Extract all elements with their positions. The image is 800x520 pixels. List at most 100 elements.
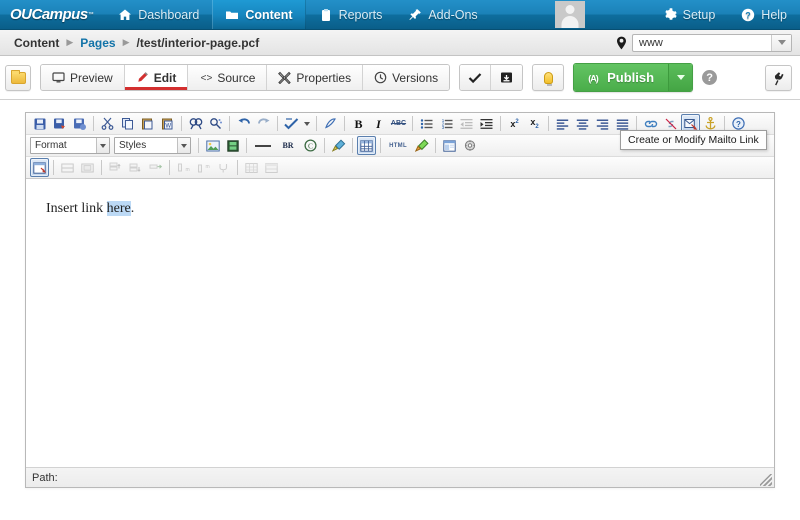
help-icon[interactable]: ? [702, 70, 718, 85]
avatar[interactable] [555, 1, 586, 28]
cell-properties-icon[interactable] [78, 158, 97, 177]
table-properties-icon[interactable] [30, 158, 49, 177]
monitor-icon [52, 71, 65, 84]
nav-label: Setup [682, 7, 716, 22]
save-as-icon[interactable] [50, 114, 69, 133]
editor-content-area[interactable]: Insert link here. [26, 179, 774, 467]
copy-icon[interactable] [118, 114, 137, 133]
paste-icon[interactable] [138, 114, 157, 133]
chevron-down-icon[interactable] [177, 138, 190, 153]
publish-button[interactable]: (A) Publish [573, 63, 694, 92]
format-select[interactable]: Format [30, 137, 110, 154]
resize-grip[interactable] [760, 474, 772, 486]
nav-item-dashboard[interactable]: Dashboard [105, 0, 212, 29]
bullet-list-icon[interactable] [417, 114, 436, 133]
tab-edit[interactable]: Edit [124, 65, 189, 90]
align-left-icon[interactable] [553, 114, 572, 133]
view-tab-group: Preview Edit <> Source Properties Versio… [40, 64, 451, 91]
indent-icon[interactable] [477, 114, 496, 133]
insert-column-before-icon[interactable]: m [174, 158, 193, 177]
breadcrumb-item-content[interactable]: Content [14, 36, 59, 50]
paste-from-word-icon[interactable]: W [158, 114, 177, 133]
delete-table-icon[interactable] [58, 158, 77, 177]
italic-icon[interactable]: I [369, 114, 388, 133]
nav-item-setup[interactable]: Setup [650, 8, 729, 22]
line-break-icon[interactable]: BR [276, 136, 300, 155]
gear-icon [663, 7, 677, 22]
oucampus-logo[interactable]: OUCampus ™ [0, 0, 105, 29]
insert-row-before-icon[interactable] [106, 158, 125, 177]
undo-icon[interactable] [234, 114, 253, 133]
publish-button-main[interactable]: (A) Publish [574, 64, 669, 91]
numbered-list-icon[interactable]: 123 [437, 114, 456, 133]
toolbar-divider [198, 138, 199, 153]
broadcast-icon: (A) [585, 71, 601, 85]
nav-item-reports[interactable]: Reports [306, 0, 396, 29]
delete-row-icon[interactable] [146, 158, 165, 177]
clean-html-icon[interactable] [329, 136, 348, 155]
insert-table-icon[interactable] [357, 136, 376, 155]
superscript-icon[interactable]: x2 [505, 114, 524, 133]
replace-icon[interactable] [206, 114, 225, 133]
pushpin-icon [408, 8, 422, 22]
wysiwyg-editor: W B I ABC 123 x2 x2 ? Format Styles BR C… [25, 112, 775, 488]
insert-row-after-icon[interactable] [126, 158, 145, 177]
toolbar-divider [412, 116, 413, 131]
site-picker: www [616, 33, 792, 52]
insert-component-icon[interactable] [460, 136, 479, 155]
tab-preview[interactable]: Preview [41, 65, 125, 90]
breadcrumb-item-pages[interactable]: Pages [80, 36, 115, 50]
nav-item-content[interactable]: Content [212, 0, 306, 29]
svg-text:?: ? [736, 120, 741, 129]
tab-label: Edit [153, 70, 177, 85]
spellcheck-dropdown-icon[interactable] [302, 114, 312, 133]
remove-format-icon[interactable] [321, 114, 340, 133]
lightbulb-icon [543, 71, 553, 86]
toolbar-divider [344, 116, 345, 131]
tab-versions[interactable]: Versions [363, 65, 450, 90]
split-cell-icon[interactable] [242, 158, 261, 177]
outdent-icon[interactable] [457, 114, 476, 133]
chevron-down-icon[interactable] [771, 34, 791, 51]
strikethrough-icon[interactable]: ABC [389, 114, 408, 133]
insert-image-icon[interactable] [203, 136, 222, 155]
special-character-icon[interactable]: C [301, 136, 320, 155]
insert-snippet-icon[interactable] [412, 136, 431, 155]
save-icon[interactable] [30, 114, 49, 133]
site-select[interactable]: www [632, 33, 792, 52]
spellcheck-icon[interactable] [282, 114, 301, 133]
publish-dropdown-arrow[interactable] [668, 64, 693, 91]
tab-source[interactable]: <> Source [188, 65, 268, 90]
insert-asset-icon[interactable] [440, 136, 459, 155]
html-source-icon[interactable]: HTML [385, 136, 411, 155]
toolbar-divider [500, 116, 501, 131]
action-toolbar: Preview Edit <> Source Properties Versio… [0, 56, 800, 100]
chevron-down-icon[interactable] [96, 138, 109, 153]
save-check-button[interactable] [460, 65, 492, 90]
lightbulb-button[interactable] [532, 64, 565, 91]
tab-properties[interactable]: Properties [267, 65, 364, 90]
nav-item-addons[interactable]: Add-Ons [395, 0, 490, 29]
styles-select[interactable]: Styles [114, 137, 191, 154]
save-disk-button[interactable] [491, 65, 523, 90]
subscript-icon[interactable]: x2 [525, 114, 544, 133]
nav-item-help[interactable]: ? Help [728, 8, 800, 22]
redo-icon[interactable] [254, 114, 273, 133]
find-icon[interactable] [186, 114, 205, 133]
save-version-icon[interactable] [70, 114, 89, 133]
align-right-icon[interactable] [593, 114, 612, 133]
svg-text:C: C [308, 142, 313, 151]
merge-cells-icon[interactable] [262, 158, 281, 177]
clock-history-icon [374, 71, 387, 84]
insert-media-icon[interactable] [223, 136, 242, 155]
cut-icon[interactable] [98, 114, 117, 133]
delete-column-icon[interactable] [214, 158, 233, 177]
insert-column-after-icon[interactable]: m [194, 158, 213, 177]
bold-icon[interactable]: B [349, 114, 368, 133]
plug-icon [770, 69, 788, 87]
plugin-button[interactable] [765, 64, 792, 91]
selected-text[interactable]: here [106, 201, 131, 216]
folder-button[interactable] [5, 64, 31, 91]
horizontal-rule-icon[interactable] [251, 136, 275, 155]
align-center-icon[interactable] [573, 114, 592, 133]
